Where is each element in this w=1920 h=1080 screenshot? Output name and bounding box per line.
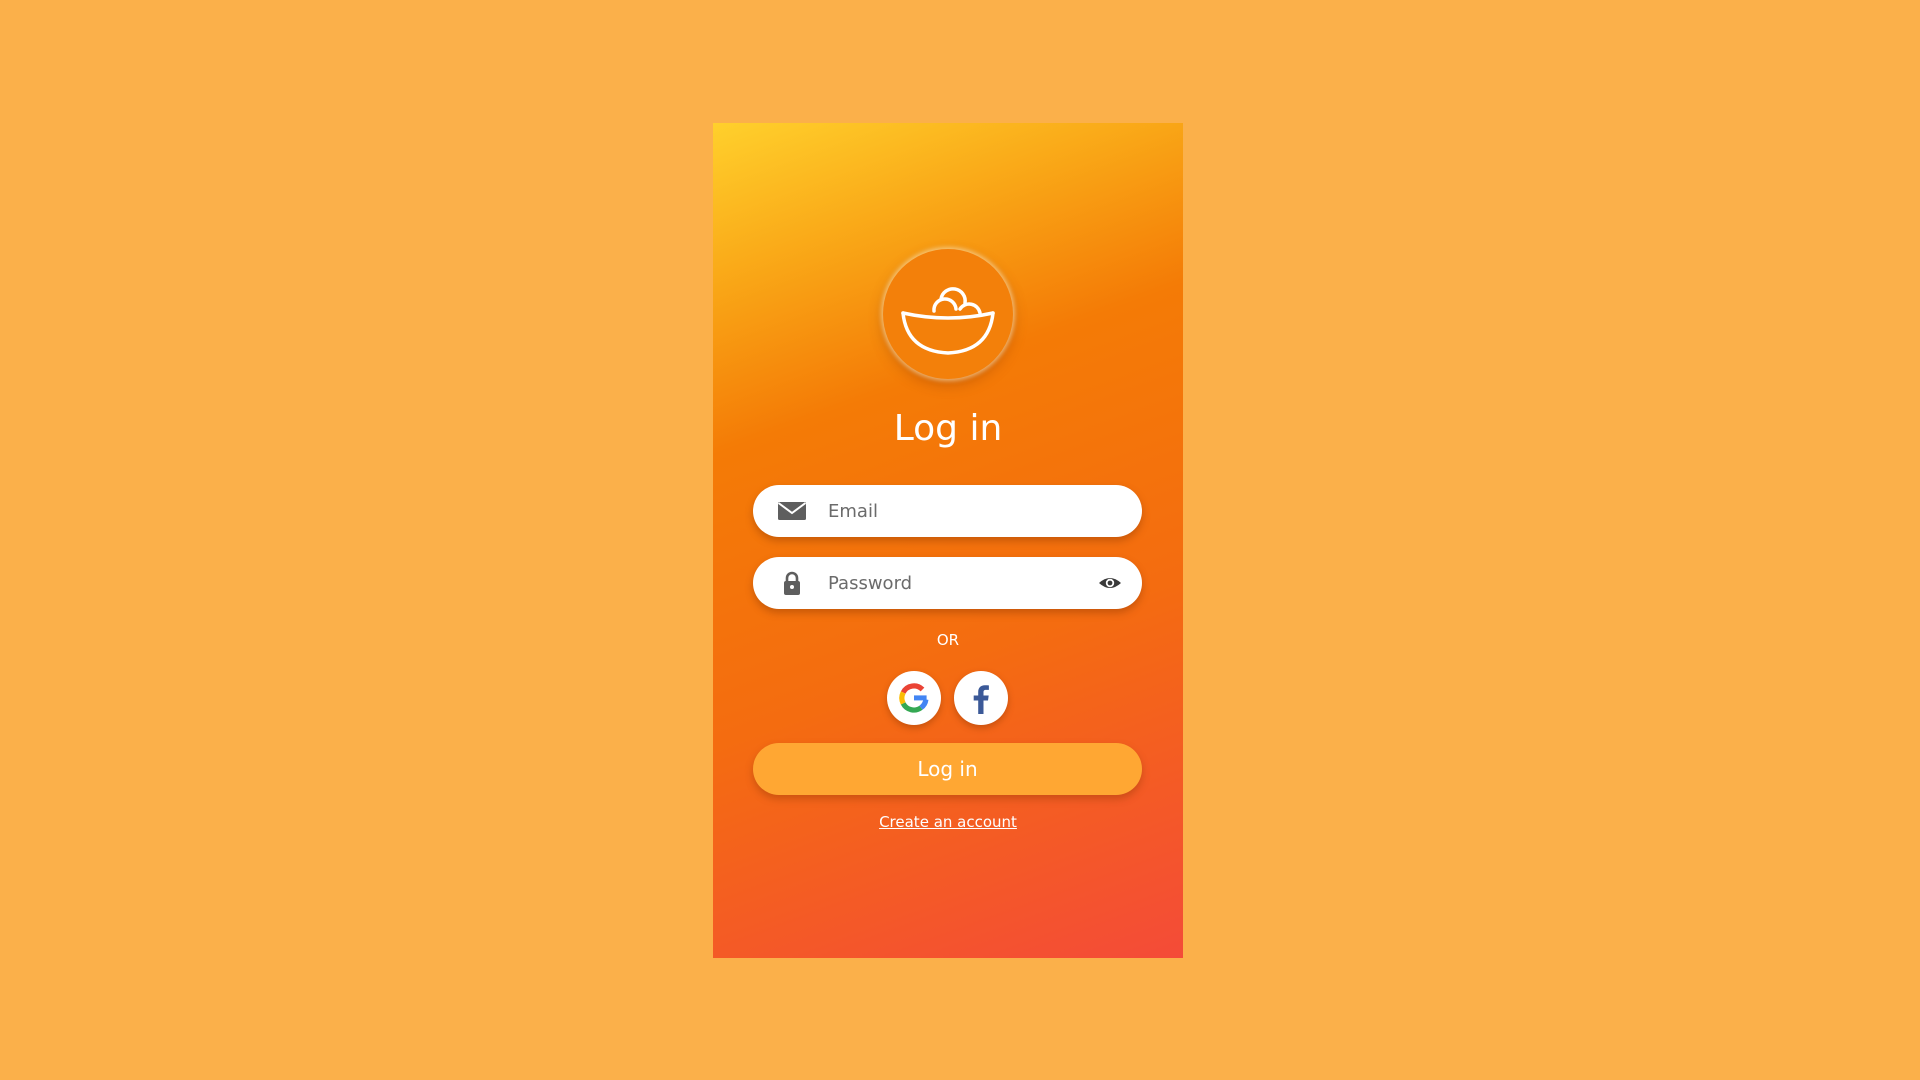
lock-icon (784, 571, 800, 595)
create-account-link[interactable]: Create an account (879, 813, 1017, 831)
envelope-icon (777, 502, 807, 520)
page-title: Log in (893, 408, 1003, 449)
password-field[interactable] (753, 557, 1142, 609)
eye-icon[interactable] (1098, 573, 1122, 593)
create-account-row: Create an account (713, 812, 1183, 832)
password-input[interactable] (828, 557, 1088, 609)
bowl-with-eggs-icon (901, 287, 995, 355)
google-icon (899, 683, 929, 713)
login-card: Log in OR (713, 123, 1183, 958)
google-login-button[interactable] (887, 671, 941, 725)
email-input[interactable] (828, 485, 1088, 537)
email-field[interactable] (753, 485, 1142, 537)
app-logo (883, 249, 1013, 379)
facebook-login-button[interactable] (954, 671, 1008, 725)
login-button[interactable]: Log in (753, 743, 1142, 795)
or-divider: OR (936, 631, 960, 649)
facebook-icon (973, 685, 989, 714)
